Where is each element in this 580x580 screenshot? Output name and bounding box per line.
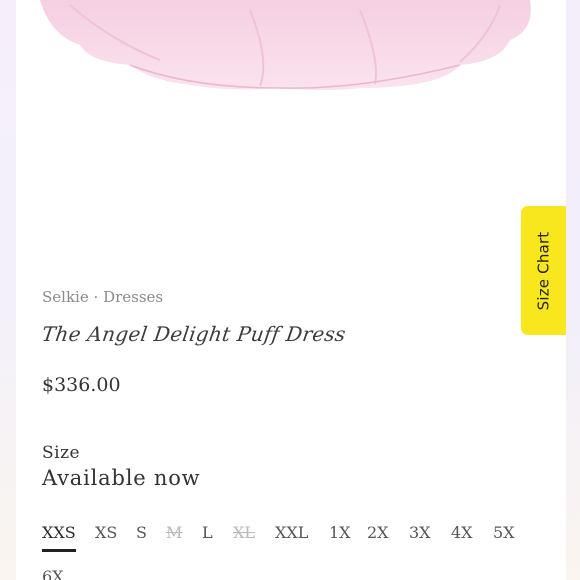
size-option-l[interactable]: L — [202, 522, 213, 544]
product-price: $336.00 — [42, 374, 121, 396]
size-option-xl[interactable]: XL — [233, 522, 255, 544]
size-option-6x[interactable]: 6X — [42, 566, 64, 580]
product-image[interactable] — [30, 0, 540, 100]
size-chart-tab[interactable]: Size Chart — [521, 206, 566, 335]
size-option-xxs[interactable]: XXS — [42, 522, 76, 552]
size-option-m[interactable]: M — [166, 522, 182, 544]
size-option-3x[interactable]: 3X — [409, 522, 431, 544]
breadcrumb-separator: · — [93, 288, 99, 306]
breadcrumb: Selkie · Dresses — [42, 288, 163, 306]
size-option-5x[interactable]: 5X — [493, 522, 515, 544]
size-option-xxl[interactable]: XXL — [275, 522, 308, 544]
size-option-2x[interactable]: 2X — [367, 522, 389, 544]
breadcrumb-category[interactable]: Dresses — [103, 288, 163, 306]
breadcrumb-brand[interactable]: Selkie — [42, 288, 89, 306]
size-option-4x[interactable]: 4X — [451, 522, 473, 544]
size-option-s[interactable]: S — [136, 522, 147, 544]
size-option-xs[interactable]: XS — [95, 522, 117, 544]
availability-status: Available now — [42, 466, 201, 490]
size-chart-label: Size Chart — [534, 231, 553, 310]
page-edge-right — [566, 0, 580, 580]
product-title: The Angel Delight Puff Dress — [40, 322, 348, 346]
page-edge-left — [0, 0, 16, 580]
size-option-1x[interactable]: 1X — [329, 522, 351, 544]
size-heading: Size — [42, 443, 81, 463]
